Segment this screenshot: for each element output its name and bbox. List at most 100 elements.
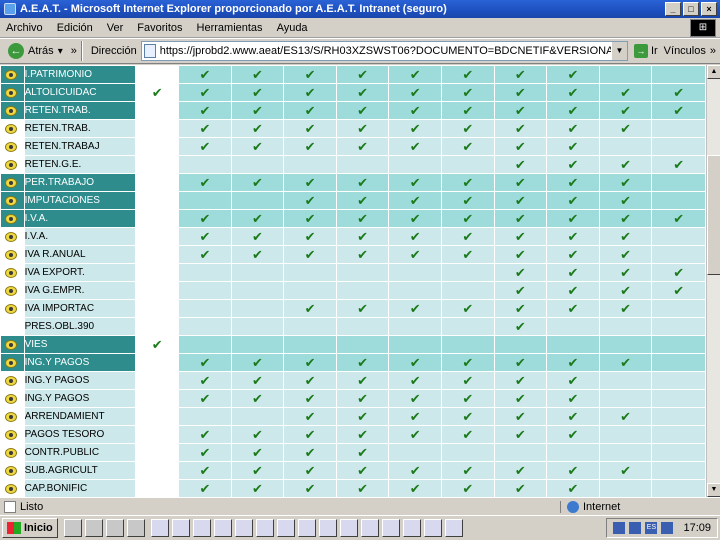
eye-icon[interactable] (5, 285, 17, 296)
minimize-button[interactable]: _ (665, 2, 681, 16)
task-window-icon[interactable] (339, 519, 358, 537)
eye-icon[interactable] (5, 339, 17, 350)
eye-icon[interactable] (5, 393, 17, 404)
row-name[interactable]: VIES (23, 335, 137, 354)
eye-icon[interactable] (5, 231, 17, 242)
start-button[interactable]: Inicio (2, 518, 58, 538)
row-name[interactable]: RETEN.TRAB. (23, 119, 137, 138)
menu-herramientas[interactable]: Herramientas (197, 22, 263, 34)
address-url[interactable]: https://jprobd2.www.aeat/ES13/S/RH03XZSW… (160, 45, 611, 57)
table-cell: ✔ (388, 371, 442, 390)
row-name[interactable]: ALTOLICUIDAC (23, 83, 137, 102)
check-icon: ✔ (567, 462, 579, 478)
row-name[interactable]: IMPUTACIONES (23, 191, 137, 210)
task-window-icon[interactable] (381, 519, 400, 537)
outlook-quicklaunch-icon[interactable] (126, 519, 145, 537)
eye-icon[interactable] (5, 105, 17, 116)
links-more-chevron[interactable]: » (710, 45, 716, 57)
address-dropdown-icon[interactable]: ▼ (610, 42, 627, 60)
task-window-icon[interactable] (276, 519, 295, 537)
table-cell (388, 335, 442, 354)
row-name[interactable]: RETEN.TRABAJ (23, 137, 137, 156)
task-window-icon[interactable] (318, 519, 337, 537)
table-cell: ✔ (441, 479, 495, 497)
row-name[interactable]: IVA IMPORTAC (23, 299, 137, 318)
scroll-down-icon[interactable]: ▼ (707, 483, 720, 497)
row-name[interactable]: I.PATRIMONIO (23, 65, 137, 84)
row-name[interactable]: IVA G.EMPR. (23, 281, 137, 300)
links-button[interactable]: Vínculos (664, 45, 706, 57)
row-name[interactable]: PAGOS TESORO (23, 425, 137, 444)
vertical-scrollbar[interactable]: ▲ ▼ (706, 65, 720, 497)
go-button[interactable]: → Ir (633, 44, 658, 58)
tray-icon[interactable] (661, 522, 674, 534)
eye-icon[interactable] (5, 141, 17, 152)
row-name[interactable]: PER.TRABAJO (23, 173, 137, 192)
task-window-icon[interactable] (171, 519, 190, 537)
eye-icon[interactable] (5, 195, 17, 206)
row-name[interactable]: SUB.AGRICULT (23, 461, 137, 480)
table-cell (178, 317, 232, 336)
row-flag-cell (135, 209, 180, 228)
row-name[interactable]: RETEN.TRAB. (23, 101, 137, 120)
menu-edicion[interactable]: Edición (57, 22, 93, 34)
row-name[interactable]: I.V.A. (23, 227, 137, 246)
eye-icon[interactable] (5, 267, 17, 278)
row-name[interactable]: RETEN.G.E. (23, 155, 137, 174)
row-name[interactable]: I.V.A. (23, 209, 137, 228)
table-cell: ✔ (230, 389, 285, 408)
task-window-icon[interactable] (297, 519, 316, 537)
eye-icon[interactable] (5, 375, 17, 386)
row-name[interactable]: CONTR.PUBLIC (23, 443, 137, 462)
close-button[interactable]: × (701, 2, 717, 16)
row-name[interactable]: IVA EXPORT. (23, 263, 137, 282)
eye-icon[interactable] (5, 429, 17, 440)
task-window-icon[interactable] (192, 519, 211, 537)
eye-icon[interactable] (5, 249, 17, 260)
scroll-thumb[interactable] (707, 155, 720, 275)
row-name[interactable]: IVA R.ANUAL (23, 245, 137, 264)
menu-archivo[interactable]: Archivo (6, 22, 43, 34)
row-name[interactable]: ING.Y PAGOS (23, 371, 137, 390)
row-name[interactable]: CAP.BONIFIC (23, 479, 137, 497)
scroll-up-icon[interactable]: ▲ (707, 65, 720, 79)
toolbar-more-chevron[interactable]: » (71, 45, 77, 57)
row-name[interactable]: PRES.OBL.390 (23, 317, 137, 336)
eye-icon[interactable] (5, 177, 17, 188)
maximize-button[interactable]: □ (683, 2, 699, 16)
desktop-quicklaunch-icon[interactable] (84, 519, 103, 537)
eye-icon[interactable] (5, 447, 17, 458)
task-window-icon[interactable] (255, 519, 274, 537)
task-window-icon[interactable] (234, 519, 253, 537)
eye-icon[interactable] (5, 465, 17, 476)
row-name[interactable]: ING.Y PAGOS (23, 389, 137, 408)
eye-icon[interactable] (5, 483, 17, 494)
explorer-quicklaunch-icon[interactable] (105, 519, 124, 537)
menu-favoritos[interactable]: Favoritos (137, 22, 182, 34)
task-window-icon[interactable] (423, 519, 442, 537)
eye-icon[interactable] (5, 159, 17, 170)
eye-icon[interactable] (5, 303, 17, 314)
back-button[interactable]: ← Atrás ▾ (4, 43, 71, 59)
eye-icon[interactable] (5, 357, 17, 368)
tray-icon[interactable] (629, 522, 642, 534)
eye-icon[interactable] (5, 69, 17, 80)
eye-icon[interactable] (5, 87, 17, 98)
row-name[interactable]: ARRENDAMIENT (23, 407, 137, 426)
address-bar[interactable]: https://jprobd2.www.aeat/ES13/S/RH03XZSW… (140, 41, 628, 61)
ie-quicklaunch-icon[interactable] (63, 519, 82, 537)
language-icon[interactable]: ES (645, 522, 658, 534)
row-name[interactable]: ING.Y PAGOS (23, 353, 137, 372)
eye-icon[interactable] (5, 213, 17, 224)
menu-ayuda[interactable]: Ayuda (277, 22, 308, 34)
task-window-icon[interactable] (444, 519, 463, 537)
tray-icon[interactable] (613, 522, 626, 534)
task-window-icon[interactable] (402, 519, 421, 537)
task-window-icon[interactable] (150, 519, 169, 537)
back-dropdown-icon[interactable]: ▾ (58, 46, 63, 57)
menu-ver[interactable]: Ver (107, 22, 124, 34)
eye-icon[interactable] (5, 411, 17, 422)
eye-icon[interactable] (5, 123, 17, 134)
task-window-icon[interactable] (360, 519, 379, 537)
task-window-icon[interactable] (213, 519, 232, 537)
